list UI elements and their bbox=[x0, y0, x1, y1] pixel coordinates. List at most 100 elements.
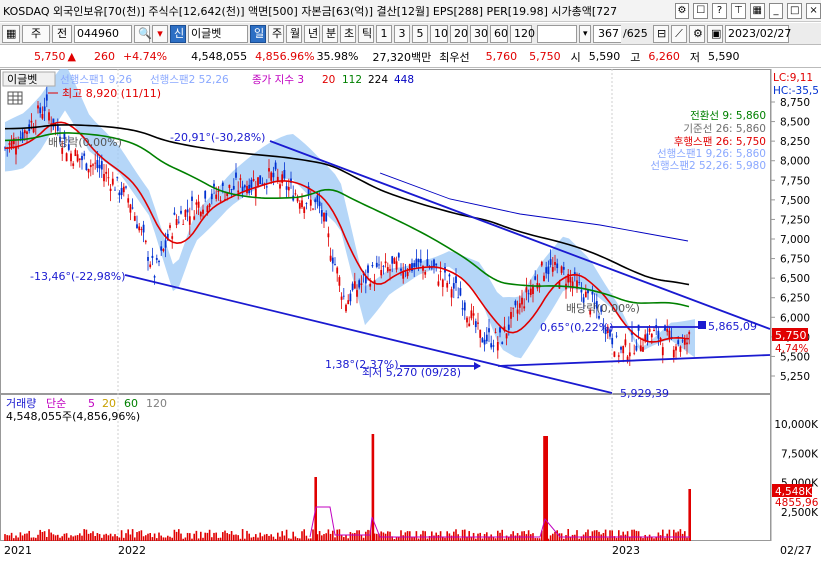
search-icon[interactable]: 🔍 bbox=[134, 24, 152, 43]
minimize-icon[interactable]: _ bbox=[768, 2, 784, 19]
volume-bar bbox=[622, 531, 624, 541]
stock-code-input[interactable]: 044960 bbox=[74, 24, 132, 43]
volume-bar bbox=[475, 538, 477, 541]
candle-body bbox=[327, 233, 330, 238]
grid-icon[interactable]: ▦ bbox=[749, 2, 765, 19]
candle-body bbox=[39, 107, 42, 114]
stock-name-field[interactable]: 이글벳 bbox=[188, 24, 248, 43]
interval-20[interactable]: 20 bbox=[450, 24, 468, 43]
volume-bar bbox=[600, 534, 602, 541]
volume-bar bbox=[43, 531, 46, 541]
volume-bar bbox=[134, 537, 136, 541]
volume-bar bbox=[402, 535, 404, 541]
bid-price: 5,750 bbox=[529, 50, 561, 63]
volume-bar bbox=[567, 529, 569, 541]
maximize-icon[interactable]: □ bbox=[787, 2, 803, 19]
lc-label: LC:9,11 bbox=[773, 72, 813, 84]
candle-body bbox=[105, 171, 108, 174]
price-tick-label: 8,250 bbox=[780, 136, 810, 148]
price-tick-label: 6,500 bbox=[780, 273, 810, 285]
favorite-icon[interactable]: ▾ bbox=[152, 24, 168, 43]
candle-body bbox=[208, 204, 211, 208]
volume-bar bbox=[552, 533, 554, 541]
volume-bar bbox=[50, 532, 52, 541]
volume-bar bbox=[510, 534, 512, 541]
volume-bar bbox=[101, 537, 103, 541]
period-day-tab[interactable]: 일 bbox=[250, 24, 266, 43]
market-select[interactable]: 주 bbox=[22, 24, 50, 43]
layout-button[interactable]: ▦ bbox=[2, 24, 20, 43]
volume-bar bbox=[323, 534, 325, 541]
volume-bar bbox=[519, 535, 521, 541]
volume-bar bbox=[563, 538, 565, 541]
volume-bar bbox=[193, 533, 195, 541]
volume-bar bbox=[523, 531, 525, 541]
checkbox-icon[interactable]: ☐ bbox=[693, 2, 709, 19]
chevron-down-icon[interactable]: ▾ bbox=[579, 24, 591, 43]
volume-bar bbox=[65, 533, 68, 541]
volume-bar bbox=[527, 530, 530, 541]
volume-bar bbox=[15, 535, 17, 541]
interval-120[interactable]: 120 bbox=[510, 24, 535, 43]
volume-value: 4,548,055 bbox=[191, 50, 248, 63]
interval-10[interactable]: 10 bbox=[430, 24, 448, 43]
pin-icon[interactable]: ⊤ bbox=[730, 2, 746, 19]
interval-5[interactable]: 5 bbox=[412, 24, 428, 43]
volume-bar bbox=[547, 538, 550, 541]
candle-body bbox=[521, 297, 523, 305]
candle-body bbox=[89, 164, 92, 168]
candle-body bbox=[43, 106, 46, 112]
table-toggle-icon[interactable] bbox=[7, 91, 23, 105]
volume-bar bbox=[241, 529, 244, 541]
candle-body bbox=[239, 178, 242, 180]
new-search-button[interactable]: 신 bbox=[170, 24, 186, 43]
close-icon[interactable]: × bbox=[806, 2, 821, 19]
period-month-tab[interactable]: 월 bbox=[286, 24, 302, 43]
volume-bar bbox=[631, 529, 633, 541]
period-tick-tab[interactable]: 틱 bbox=[358, 24, 374, 43]
candle-body bbox=[279, 184, 281, 189]
up-triangle-icon: ▲ bbox=[67, 50, 76, 63]
interval-custom-input[interactable] bbox=[537, 24, 577, 43]
settings-icon[interactable]: ⚙ bbox=[689, 24, 705, 43]
hline-marker[interactable] bbox=[698, 321, 706, 329]
candle-body bbox=[523, 306, 526, 309]
save-icon[interactable]: ▣ bbox=[707, 24, 723, 43]
candle-body bbox=[175, 219, 178, 226]
zoom-icon[interactable]: ⊟ bbox=[653, 24, 669, 43]
prev-button[interactable]: 전 bbox=[52, 24, 72, 43]
volume-bar bbox=[290, 538, 292, 541]
quote-bar: 5,750 ▲ 260 +4.74% 4,548,055 4,856.96% 3… bbox=[0, 46, 821, 68]
candle-body bbox=[78, 158, 81, 160]
period-second-tab[interactable]: 초 bbox=[340, 24, 356, 43]
price-chart-svg[interactable]: 8,750 8,500 8,250 8,000 7,750 7,500 7,250 7,000… bbox=[0, 63, 821, 558]
interval-1[interactable]: 1 bbox=[376, 24, 392, 43]
volume-bar bbox=[433, 535, 435, 541]
volume-bar bbox=[457, 534, 459, 541]
volume-bar bbox=[356, 530, 358, 541]
period-year-tab[interactable]: 년 bbox=[304, 24, 320, 43]
candle-body bbox=[413, 263, 416, 267]
interval-30[interactable]: 30 bbox=[470, 24, 488, 43]
volume-bar bbox=[116, 536, 118, 541]
volume-bar bbox=[358, 530, 360, 541]
data-count-input[interactable]: 367 bbox=[593, 24, 621, 43]
volume-bar bbox=[662, 529, 664, 541]
period-week-tab[interactable]: 주 bbox=[268, 24, 284, 43]
gear-icon[interactable]: ⚙ bbox=[674, 2, 690, 19]
candle-body bbox=[584, 291, 587, 298]
interval-60[interactable]: 60 bbox=[490, 24, 508, 43]
candle-body bbox=[490, 343, 493, 348]
chart-area[interactable]: 8,750 8,500 8,250 8,000 7,750 7,500 7,250 7,000… bbox=[0, 63, 821, 558]
date-input[interactable]: 2023/02/27 bbox=[725, 24, 791, 43]
interval-3[interactable]: 3 bbox=[394, 24, 410, 43]
help-icon[interactable]: ? bbox=[712, 2, 727, 19]
period-minute-tab[interactable]: 분 bbox=[322, 24, 338, 43]
volume-bar bbox=[611, 530, 613, 541]
volume-bar bbox=[257, 537, 259, 541]
volume-bar bbox=[679, 529, 682, 541]
candle-body bbox=[340, 296, 343, 300]
candle-body bbox=[353, 281, 356, 289]
draw-icon[interactable]: ⟋ bbox=[671, 24, 687, 43]
volume-bar bbox=[299, 538, 301, 541]
